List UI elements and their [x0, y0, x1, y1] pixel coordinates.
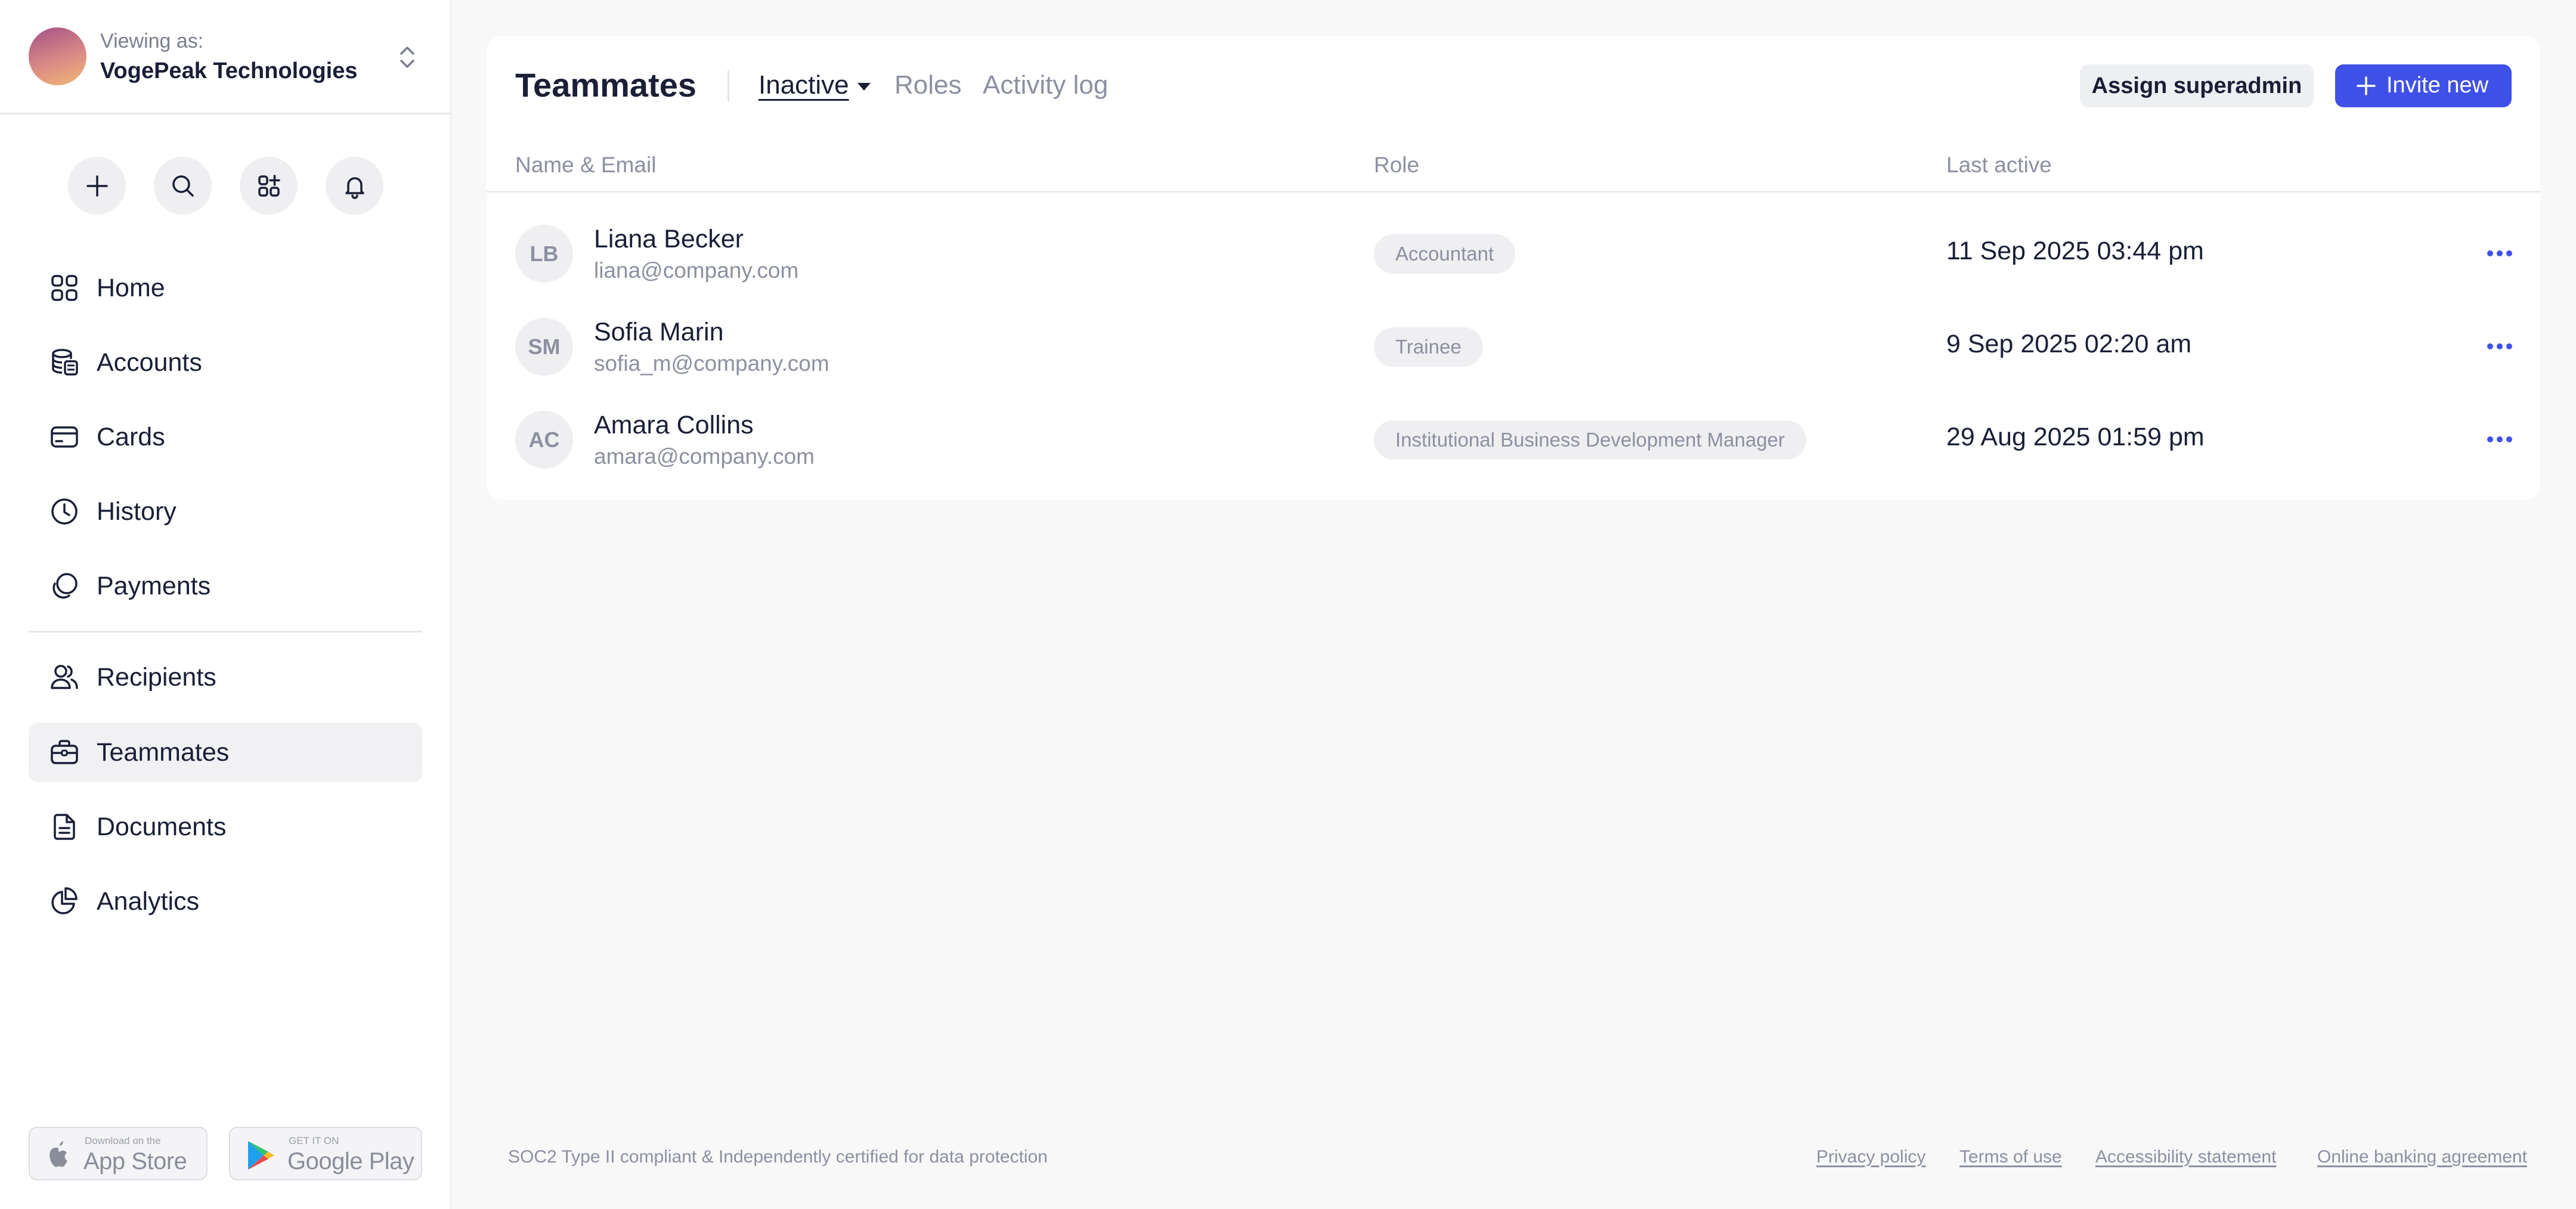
accessibility-statement-link[interactable]: Accessibility statement	[2095, 1147, 2276, 1167]
app-store-badge[interactable]: Download on the App Store	[29, 1127, 208, 1180]
google-play-small-text: GET IT ON	[289, 1135, 339, 1146]
document-icon	[49, 811, 80, 842]
privacy-policy-link[interactable]: Privacy policy	[1816, 1147, 1925, 1167]
payments-icon	[49, 571, 80, 602]
sidebar-item-label: Payments	[97, 571, 211, 600]
teammate-email: amara@company.com	[594, 444, 815, 469]
app-store-small-text: Download on the	[85, 1135, 161, 1146]
last-active: 9 Sep 2025 02:20 am	[1946, 330, 2192, 358]
org-avatar	[29, 27, 86, 85]
more-options-icon[interactable]	[2485, 338, 2514, 355]
google-play-big-text: Google Play	[287, 1148, 414, 1174]
sidebar-item-label: Accounts	[97, 348, 202, 377]
apps-add-icon	[258, 174, 280, 197]
plus-icon	[86, 175, 108, 197]
table-header-divider	[487, 191, 2540, 193]
teammate-name: Liana Becker	[594, 225, 744, 253]
org-name: VogePeak Technologies	[100, 58, 358, 83]
sidebar-item-label: Analytics	[97, 886, 200, 916]
sidebar-item-documents[interactable]: Documents	[29, 797, 422, 857]
role-badge: Institutional Business Development Manag…	[1374, 420, 1807, 460]
nav-divider	[29, 631, 422, 633]
sidebar-item-label: Teammates	[97, 737, 230, 767]
table-row[interactable]: SM Sofia Marin sofia_m@company.com Train…	[487, 300, 2540, 393]
table-row[interactable]: LB Liana Becker liana@company.com Accoun…	[487, 207, 2540, 300]
last-active: 11 Sep 2025 03:44 pm	[1946, 237, 2204, 265]
sidebar-item-label: Recipients	[97, 662, 216, 692]
sidebar-item-recipients[interactable]: Recipients	[29, 647, 422, 707]
avatar: SM	[515, 318, 573, 376]
sidebar-item-cards[interactable]: Cards	[29, 407, 422, 467]
teammate-email: liana@company.com	[594, 258, 799, 283]
briefcase-icon	[49, 737, 80, 768]
search-icon	[172, 175, 194, 197]
online-banking-agreement-link[interactable]: Online banking agreement	[2317, 1147, 2527, 1167]
search-button[interactable]	[154, 157, 212, 215]
terms-of-use-link[interactable]: Terms of use	[1959, 1147, 2062, 1167]
sidebar-item-label: Documents	[97, 812, 227, 841]
avatar: LB	[515, 225, 573, 283]
card-icon	[49, 421, 80, 452]
teammates-card: Teammates Inactive Roles Activity log As…	[487, 36, 2540, 500]
sidebar-item-payments[interactable]: Payments	[29, 556, 422, 616]
role-badge: Accountant	[1374, 234, 1516, 274]
column-header-role: Role	[1374, 153, 1420, 177]
apps-button[interactable]	[240, 157, 298, 215]
new-button[interactable]	[68, 157, 126, 215]
org-switcher[interactable]: Viewing as: VogePeak Technologies	[0, 0, 450, 114]
coins-stack-icon	[49, 347, 80, 378]
invite-new-label: Invite new	[2386, 73, 2489, 98]
more-options-icon[interactable]	[2485, 245, 2514, 262]
role-badge: Trainee	[1374, 327, 1483, 367]
tab-activity-log[interactable]: Activity log	[983, 70, 1108, 100]
teammate-email: sofia_m@company.com	[594, 351, 829, 376]
title-separator	[727, 70, 729, 101]
sidebar-item-analytics[interactable]: Analytics	[29, 872, 422, 931]
sidebar-item-home[interactable]: Home	[29, 258, 422, 318]
tab-roles[interactable]: Roles	[894, 70, 962, 100]
table-row[interactable]: AC Amara Collins amara@company.com Insti…	[487, 393, 2540, 486]
compliance-text: SOC2 Type II compliant & Independently c…	[508, 1147, 1048, 1167]
plus-icon	[2357, 76, 2376, 95]
grid-icon	[49, 272, 80, 303]
tab-inactive[interactable]: Inactive	[758, 70, 849, 100]
apple-icon	[49, 1141, 67, 1167]
page-title: Teammates	[515, 66, 697, 104]
google-play-icon	[248, 1141, 274, 1170]
teammate-name: Amara Collins	[594, 411, 754, 439]
clock-icon	[49, 496, 80, 527]
invite-new-button[interactable]: Invite new	[2335, 64, 2512, 107]
assign-superadmin-button[interactable]: Assign superadmin	[2080, 64, 2314, 107]
last-active: 29 Aug 2025 01:59 pm	[1946, 423, 2205, 451]
pie-chart-icon	[49, 886, 80, 917]
sidebar-item-history[interactable]: History	[29, 482, 422, 541]
teammate-name: Sofia Marin	[594, 318, 724, 346]
sidebar: Viewing as: VogePeak Technologies Home A…	[0, 0, 451, 1209]
column-header-name: Name & Email	[515, 153, 657, 177]
bell-icon	[345, 176, 364, 199]
sidebar-item-label: History	[97, 497, 177, 526]
org-viewing-label: Viewing as:	[100, 30, 204, 52]
sidebar-item-label: Home	[97, 273, 165, 302]
sidebar-item-teammates[interactable]: Teammates	[29, 723, 422, 782]
more-options-icon[interactable]	[2485, 431, 2514, 448]
column-header-last-active: Last active	[1946, 153, 2052, 177]
users-icon	[49, 662, 80, 693]
sidebar-item-accounts[interactable]: Accounts	[29, 333, 422, 392]
google-play-badge[interactable]: GET IT ON Google Play	[229, 1127, 422, 1180]
chevron-updown-icon[interactable]	[397, 42, 418, 73]
notifications-button[interactable]	[326, 157, 383, 215]
caret-down-icon[interactable]	[856, 81, 872, 92]
app-store-big-text: App Store	[83, 1148, 187, 1174]
sidebar-item-label: Cards	[97, 422, 165, 451]
avatar: AC	[515, 411, 573, 469]
